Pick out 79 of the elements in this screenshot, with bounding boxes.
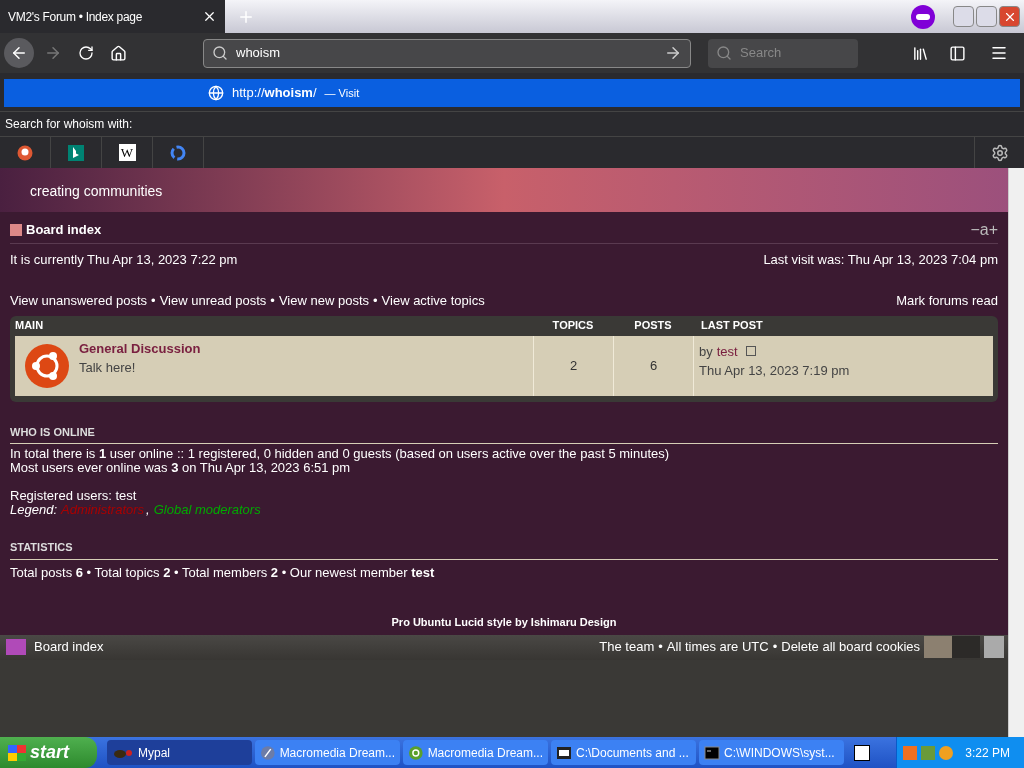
online-text: In total there is 1 user online :: 1 registered, 0 hidden and 0 guests (based on users active over the past 5 minutes) [10,447,671,461]
column-header: MAIN [15,318,45,334]
ubuntu-icon [25,343,69,388]
taskbar-button[interactable]: C:\WINDOWS\syst... [699,740,844,765]
post-time: Thu Apr 13, 2023 7:19 pm [699,362,851,380]
taskbar-button[interactable]: Macromedia Dream... [403,740,548,765]
footer-link[interactable]: All times are UTC [666,637,769,657]
color-swatch[interactable] [952,636,980,658]
scrollbar[interactable] [1008,168,1024,737]
search-icon [716,45,732,61]
separator: • [151,292,156,310]
forum-description: Talk here! [79,359,137,377]
minimize-button[interactable] [953,6,974,27]
separator: • [658,638,663,657]
separator: • [772,638,778,657]
footer-link[interactable]: Board index [34,637,600,657]
mark-read-link[interactable]: Mark forums read [896,291,998,311]
archive-icon [556,744,572,761]
separator: • [373,292,378,310]
quick-link[interactable]: View unread posts [159,291,267,311]
globe-icon [208,85,224,101]
column-header: TOPICS [551,318,595,334]
separator: , [146,503,150,517]
quick-link[interactable]: View new posts [278,291,369,311]
settings-icon[interactable] [990,143,1009,162]
current-time: It is currently Thu Apr 13, 2023 7:22 pm [10,250,238,269]
quick-link[interactable]: View unanswered posts [10,291,148,311]
post-by: by [699,342,713,361]
section-heading: STATISTICS [10,541,73,553]
bing-icon[interactable] [68,144,84,161]
online-text: Most users ever online was 3 on Thu Apr 13, 2023 6:51 pm [10,461,352,475]
mask-icon [911,4,935,29]
legend-label: Legend: [10,503,57,517]
last-visit: Last visit was: Thu Apr 13, 2023 7:04 pm [763,250,998,269]
suggestion-item[interactable]: http://whoism/ — Visit [4,79,1020,107]
close-button[interactable] [999,6,1020,27]
footer-link[interactable]: The team [599,637,655,657]
style-credit: Pro Ubuntu Lucid style by Ishimaru Design [391,616,617,628]
url-field[interactable]: whoism [203,38,691,68]
library-icon[interactable] [912,44,929,62]
taskbar-button[interactable]: Mypal [107,740,252,765]
taskbar-button[interactable]: Macromedia Dream... [255,740,400,765]
close-icon[interactable] [202,9,217,24]
menu-icon[interactable] [990,44,1008,62]
browser-tab[interactable]: VM2's Forum • Index page [0,0,225,33]
quick-link[interactable]: View active topics [381,291,485,311]
taskbar-button[interactable]: C:\Documents and ... [551,740,696,765]
clock: 3:22 PM [965,744,1010,762]
author-link[interactable]: test [716,341,738,361]
search-with-label: Search for whoism with: [5,116,133,133]
duck-icon[interactable] [17,144,33,161]
back-button[interactable] [4,38,34,68]
console-icon [704,744,720,761]
color-swatch[interactable] [924,636,952,658]
restore-button[interactable] [976,6,997,27]
forward-icon[interactable] [44,44,62,62]
reload-icon[interactable] [78,45,94,61]
footer-link[interactable]: Delete all board cookies [781,637,920,657]
wikipedia-icon[interactable]: W [118,144,136,161]
separator: • [270,292,275,310]
go-arrow-icon[interactable] [664,44,682,62]
font-size-control[interactable]: −a+ [970,221,998,238]
logo-tagline: creating communities [30,184,163,198]
column-header: LAST POST [700,318,764,334]
legend-link[interactable]: Global moderators [153,503,263,517]
posts-count: 6 [613,335,693,396]
leaf-icon [408,744,424,761]
column-header: POSTS [633,318,673,334]
sidebar-icon[interactable] [949,44,966,62]
topics-count: 2 [533,335,613,396]
google-icon[interactable] [170,144,186,161]
breadcrumb-link[interactable]: Board index [26,220,971,240]
search-icon [212,45,228,61]
statistics-text: Total posts 6 • Total topics 2 • Total members 2 • Our newest member test [10,563,436,582]
section-heading: WHO IS ONLINE [10,425,95,438]
tab-title: VM2's Forum • Index page [8,8,144,26]
registered-users: Registered users: test [10,489,138,503]
compass-icon [260,744,276,761]
forum-title[interactable]: General Discussion [79,338,201,358]
